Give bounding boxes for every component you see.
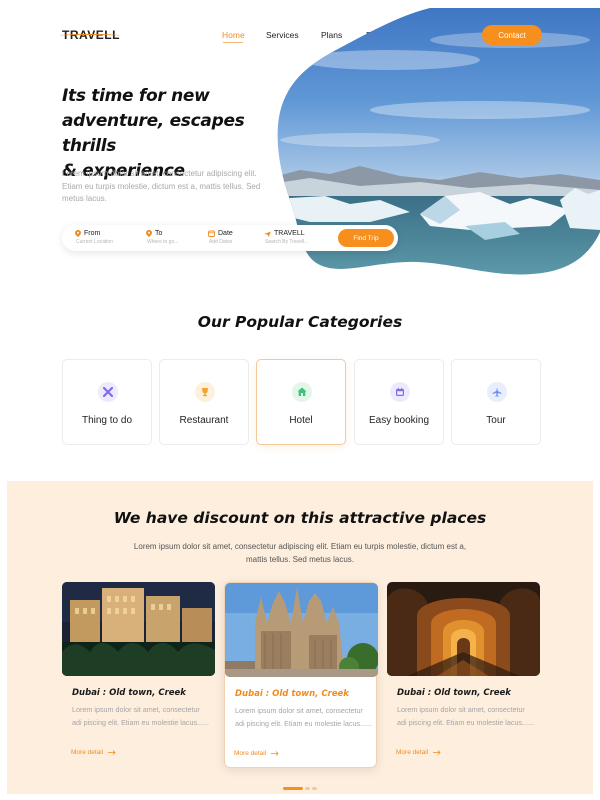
arrow-right-icon <box>271 751 279 756</box>
tools-icon <box>103 387 113 397</box>
category-label: Easy booking <box>368 415 430 426</box>
arrow-right-icon <box>433 750 441 755</box>
arrow-right-icon <box>108 750 116 755</box>
more-detail-label: More detail <box>234 750 267 757</box>
card-photo-dubai-palace <box>62 582 215 676</box>
home-icon <box>297 387 307 396</box>
from-placeholder: Current Location <box>76 239 113 245</box>
category-card-hotel[interactable]: Hotel <box>256 359 346 445</box>
pagination-dot-active[interactable] <box>283 787 303 790</box>
category-label: Restaurant <box>179 415 229 426</box>
pagination-dot[interactable] <box>305 787 310 790</box>
plane-icon <box>492 387 502 397</box>
from-label: From <box>84 230 101 237</box>
to-label: To <box>155 230 163 237</box>
location-pin-icon <box>75 230 81 237</box>
calendar-icon <box>396 387 404 396</box>
card-photo-arched-hall <box>387 582 540 676</box>
logo[interactable]: TRAVELL <box>60 28 120 42</box>
date-label: Date <box>218 230 233 237</box>
carousel-pagination <box>283 787 317 790</box>
category-icon-bg <box>98 382 118 402</box>
discount-card[interactable]: Dubai : Old town, Creek Lorem ipsum dolo… <box>387 582 540 768</box>
card-text: Lorem ipsum dolor sit amet, consectetur … <box>397 705 535 727</box>
hero-title-line: Its time for new <box>62 86 210 106</box>
location-pin-icon <box>146 230 152 237</box>
nav-home[interactable]: Home <box>222 30 245 43</box>
more-detail-link[interactable]: More detail <box>71 749 116 756</box>
to-field[interactable]: To Where to go... <box>146 230 178 245</box>
discount-card[interactable]: Dubai : Old town, Creek Lorem ipsum dolo… <box>62 582 215 768</box>
trophy-icon <box>202 388 208 397</box>
more-detail-label: More detail <box>71 749 104 756</box>
to-placeholder: Where to go... <box>147 239 179 245</box>
category-label: Thing to do <box>81 415 133 426</box>
card-title: Dubai : Old town, Creek <box>235 689 349 699</box>
hero-title-line: adventure, escapes thrills <box>62 111 245 156</box>
more-detail-link[interactable]: More detail <box>234 750 279 757</box>
card-text: Lorem ipsum dolor sit amet, consectetur … <box>72 705 210 727</box>
date-field[interactable]: Date Add Dates <box>208 230 233 245</box>
travell-label: TRAVELL <box>274 230 305 237</box>
category-icon-bg <box>195 382 215 402</box>
category-card-easy-booking[interactable]: Easy booking <box>354 359 444 445</box>
date-placeholder: Add Dates <box>209 239 233 245</box>
categories-title: Our Popular Categories <box>197 313 403 331</box>
category-card-restaurant[interactable]: Restaurant <box>159 359 249 445</box>
calendar-icon <box>208 230 215 237</box>
card-text: Lorem ipsum dolor sit amet, consectetur … <box>235 706 373 728</box>
category-card-tour[interactable]: Tour <box>451 359 541 445</box>
category-label: Tour <box>486 415 506 426</box>
travell-field[interactable]: TRAVELL Search By Travell... <box>264 230 308 245</box>
card-title: Dubai : Old town, Creek <box>72 688 186 698</box>
category-icon-bg <box>390 382 410 402</box>
travell-placeholder: Search By Travell... <box>265 239 309 245</box>
discount-title: We have discount on this attractive plac… <box>113 509 487 527</box>
category-label: Hotel <box>289 415 313 426</box>
card-photo-cathedral <box>225 583 378 677</box>
hero-description: Lorem ipsum dolor sit amet, consectetur … <box>62 169 261 203</box>
discount-card[interactable]: Dubai : Old town, Creek Lorem ipsum dolo… <box>224 582 378 768</box>
logo-swoosh <box>60 34 120 37</box>
category-icon-bg <box>487 382 507 402</box>
plane-icon <box>264 231 271 237</box>
find-trip-button[interactable]: Find Trip <box>338 229 394 247</box>
more-detail-label: More detail <box>396 749 429 756</box>
card-title: Dubai : Old town, Creek <box>397 688 511 698</box>
contact-button[interactable]: Contact <box>482 25 542 45</box>
category-icon-bg <box>292 382 312 402</box>
more-detail-link[interactable]: More detail <box>396 749 441 756</box>
from-field[interactable]: From Current Location <box>75 230 113 245</box>
discount-description: Lorem ipsum dolor sit amet, consectetur … <box>133 542 467 564</box>
trip-search-bar: From Current Location To Where to go... … <box>62 225 398 251</box>
pagination-dot[interactable] <box>312 787 317 790</box>
category-card-things-to-do[interactable]: Thing to do <box>62 359 152 445</box>
